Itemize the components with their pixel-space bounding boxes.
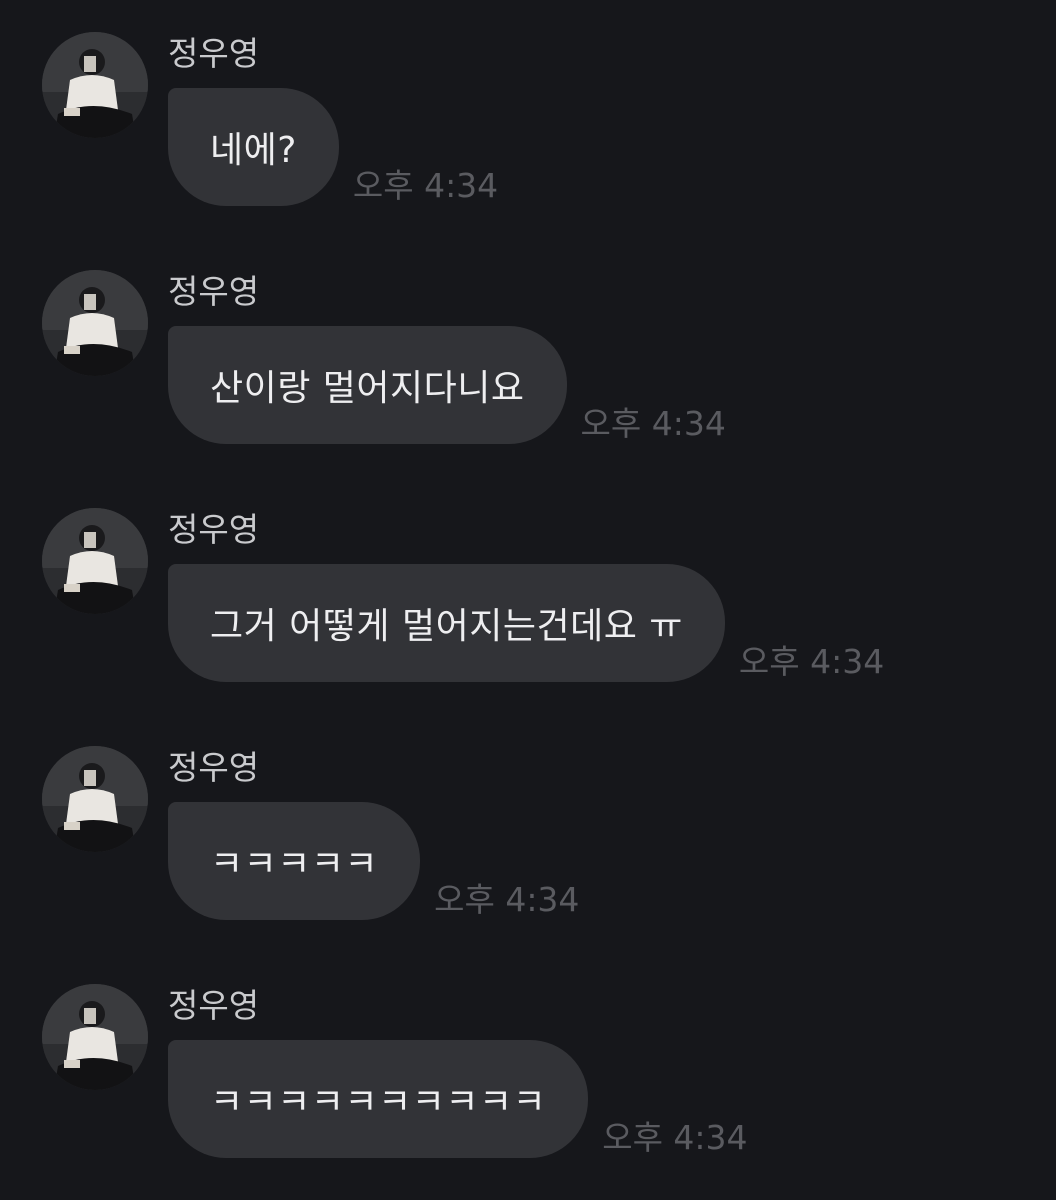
message-row: 산이랑 멀어지다니요 오후 4:34 (168, 326, 726, 444)
message-timestamp: 오후 4:34 (738, 642, 885, 681)
avatar[interactable] (42, 984, 148, 1090)
profile-photo-icon (42, 746, 148, 852)
chat-message: 정우영 산이랑 멀어지다니요 오후 4:34 (0, 238, 1056, 444)
chat-message: 정우영 네에? 오후 4:34 (0, 0, 1056, 206)
avatar[interactable] (42, 746, 148, 852)
message-row: ㅋㅋㅋㅋㅋㅋㅋㅋㅋㅋ 오후 4:34 (168, 1040, 748, 1158)
chat-message-list: 정우영 네에? 오후 4:34 정우영 산이랑 멀어지다니요 오후 4:34 정… (0, 0, 1056, 1200)
message-timestamp: 오후 4:34 (602, 1118, 748, 1157)
message-timestamp: 오후 4:34 (580, 404, 726, 443)
profile-photo-icon (42, 270, 148, 376)
sender-name: 정우영 (168, 510, 260, 549)
avatar[interactable] (42, 508, 148, 614)
message-timestamp: 오후 4:34 (352, 166, 499, 205)
message-bubble[interactable]: 그거 어떻게 멀어지는건데요 ㅠ (168, 564, 725, 682)
message-bubble[interactable]: ㅋㅋㅋㅋㅋ (168, 802, 421, 920)
sender-name: 정우영 (168, 272, 260, 311)
message-timestamp: 오후 4:34 (434, 880, 580, 919)
avatar[interactable] (42, 270, 148, 376)
sender-name: 정우영 (168, 986, 260, 1025)
avatar[interactable] (42, 32, 148, 138)
message-bubble[interactable]: 산이랑 멀어지다니요 (168, 326, 567, 444)
chat-message: 정우영 ㅋㅋㅋㅋㅋㅋㅋㅋㅋㅋ 오후 4:34 (0, 952, 1056, 1158)
profile-photo-icon (42, 32, 148, 138)
message-bubble[interactable]: ㅋㅋㅋㅋㅋㅋㅋㅋㅋㅋ (168, 1040, 589, 1158)
message-bubble[interactable]: 네에? (168, 88, 339, 206)
message-row: 네에? 오후 4:34 (168, 88, 498, 206)
message-row: ㅋㅋㅋㅋㅋ 오후 4:34 (168, 802, 579, 920)
sender-name: 정우영 (168, 748, 260, 787)
profile-photo-icon (42, 984, 148, 1090)
message-row: 그거 어떻게 멀어지는건데요 ㅠ 오후 4:34 (168, 564, 884, 682)
sender-name: 정우영 (168, 34, 260, 73)
chat-message: 정우영 ㅋㅋㅋㅋㅋ 오후 4:34 (0, 714, 1056, 920)
chat-message: 정우영 그거 어떻게 멀어지는건데요 ㅠ 오후 4:34 (0, 476, 1056, 682)
profile-photo-icon (42, 508, 148, 614)
